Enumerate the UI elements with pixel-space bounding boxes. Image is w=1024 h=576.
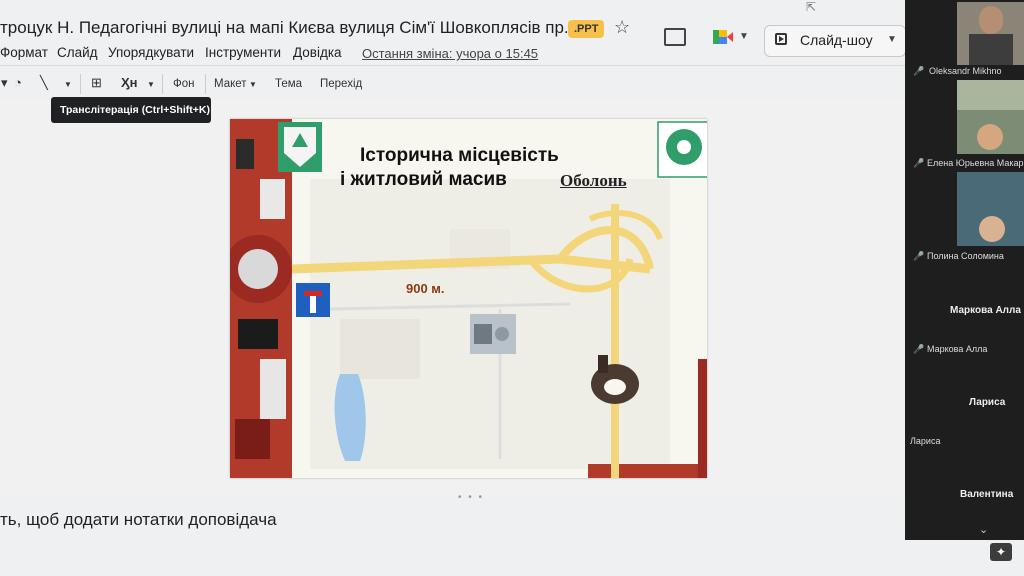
mic-muted-icon: 🎤 xyxy=(913,344,925,354)
star-icon[interactable]: ☆ xyxy=(614,17,630,38)
transliteration-icon[interactable]: Ӽн xyxy=(121,75,138,90)
participant-tile-label: Маркова Алла xyxy=(950,305,1021,316)
mic-muted-icon: 🎤 xyxy=(913,66,925,76)
shape-icon[interactable]: ◔ xyxy=(14,75,22,90)
input-tools-chevron-icon[interactable]: ▼ xyxy=(147,80,155,89)
theme-button[interactable]: Тема xyxy=(275,78,302,90)
chevron-icon[interactable]: ▾ xyxy=(1,75,8,91)
mic-muted-icon: 🎤 xyxy=(913,158,925,168)
mouse-cursor-icon: ⇱ xyxy=(806,0,817,14)
slide-title-name: Оболонь xyxy=(560,171,627,190)
chevron-down-icon[interactable]: ⌄ xyxy=(979,523,988,536)
participant-name: Маркова Алла xyxy=(927,344,988,354)
layout-button[interactable]: Макет xyxy=(214,78,247,90)
participant-name: Oleksandr Mikhno xyxy=(929,66,1002,76)
slideshow-label[interactable]: Слайд-шоу xyxy=(800,32,873,48)
mic-muted-icon: 🎤 xyxy=(913,251,925,261)
participant-tile-label: Валентина xyxy=(960,489,1014,500)
layout-chevron-icon[interactable]: ▼ xyxy=(249,80,257,89)
slide-title-line2: і житловий масив xyxy=(340,169,507,190)
slide[interactable]: Історична місцевість і житловий масив Об… xyxy=(230,119,707,478)
last-edit-link[interactable]: Остання зміна: учора о 15:45 xyxy=(362,46,538,61)
menu-arrange[interactable]: Упорядкувати xyxy=(108,45,194,60)
slideshow-options-chevron-icon[interactable]: ▼ xyxy=(887,34,897,45)
line-dropdown-chevron-icon[interactable]: ▼ xyxy=(64,80,72,89)
participants-panel: 🎤 Oleksandr Mikhno 🎤 Елена Юрьевна Макар… xyxy=(905,0,1024,540)
menu-tools[interactable]: Інструменти xyxy=(205,45,281,60)
slideshow-play-icon[interactable] xyxy=(775,33,787,45)
file-format-badge: .PPT xyxy=(568,20,605,38)
participant-name: Елена Юрьевна Макар xyxy=(927,158,1024,168)
comments-icon[interactable] xyxy=(664,28,686,46)
chevron-down-icon[interactable]: ▼ xyxy=(739,31,749,42)
menu-slide[interactable]: Слайд xyxy=(57,45,98,60)
toolbar-separator xyxy=(80,74,81,94)
menu-format[interactable]: Формат xyxy=(0,45,48,60)
menu-help[interactable]: Довідка xyxy=(293,45,342,60)
participant-video xyxy=(957,172,1024,246)
notes-resize-handle[interactable]: • • • xyxy=(458,492,484,503)
participant-tile-label: Лариса xyxy=(969,397,1006,408)
distance-label: 900 м. xyxy=(406,281,445,296)
transition-button[interactable]: Перехід xyxy=(320,78,362,90)
participant-name: Лариса xyxy=(910,436,941,446)
slide-title-line1: Історична місцевість xyxy=(360,145,559,166)
toolbar-separator xyxy=(205,74,206,94)
participant-video xyxy=(957,80,1024,154)
meet-icon[interactable] xyxy=(713,30,733,44)
toolbar-separator xyxy=(162,74,163,94)
participant-name: Полина Соломина xyxy=(927,251,1004,261)
tooltip: Транслітерація (Ctrl+Shift+K) xyxy=(51,97,211,123)
speaker-notes-placeholder[interactable]: ть, щоб додати нотатки доповідача xyxy=(0,510,277,530)
participant-video xyxy=(957,2,1024,65)
toolbar-divider xyxy=(0,65,905,66)
add-comment-icon[interactable]: ⊞ xyxy=(91,75,102,91)
line-icon[interactable]: ╲ xyxy=(40,75,48,91)
document-title[interactable]: троцук Н. Педагогічні вулиці на мапі Киє… xyxy=(0,18,578,38)
background-button[interactable]: Фон xyxy=(173,78,195,90)
sparkle-icon[interactable]: ✦ xyxy=(990,543,1012,561)
